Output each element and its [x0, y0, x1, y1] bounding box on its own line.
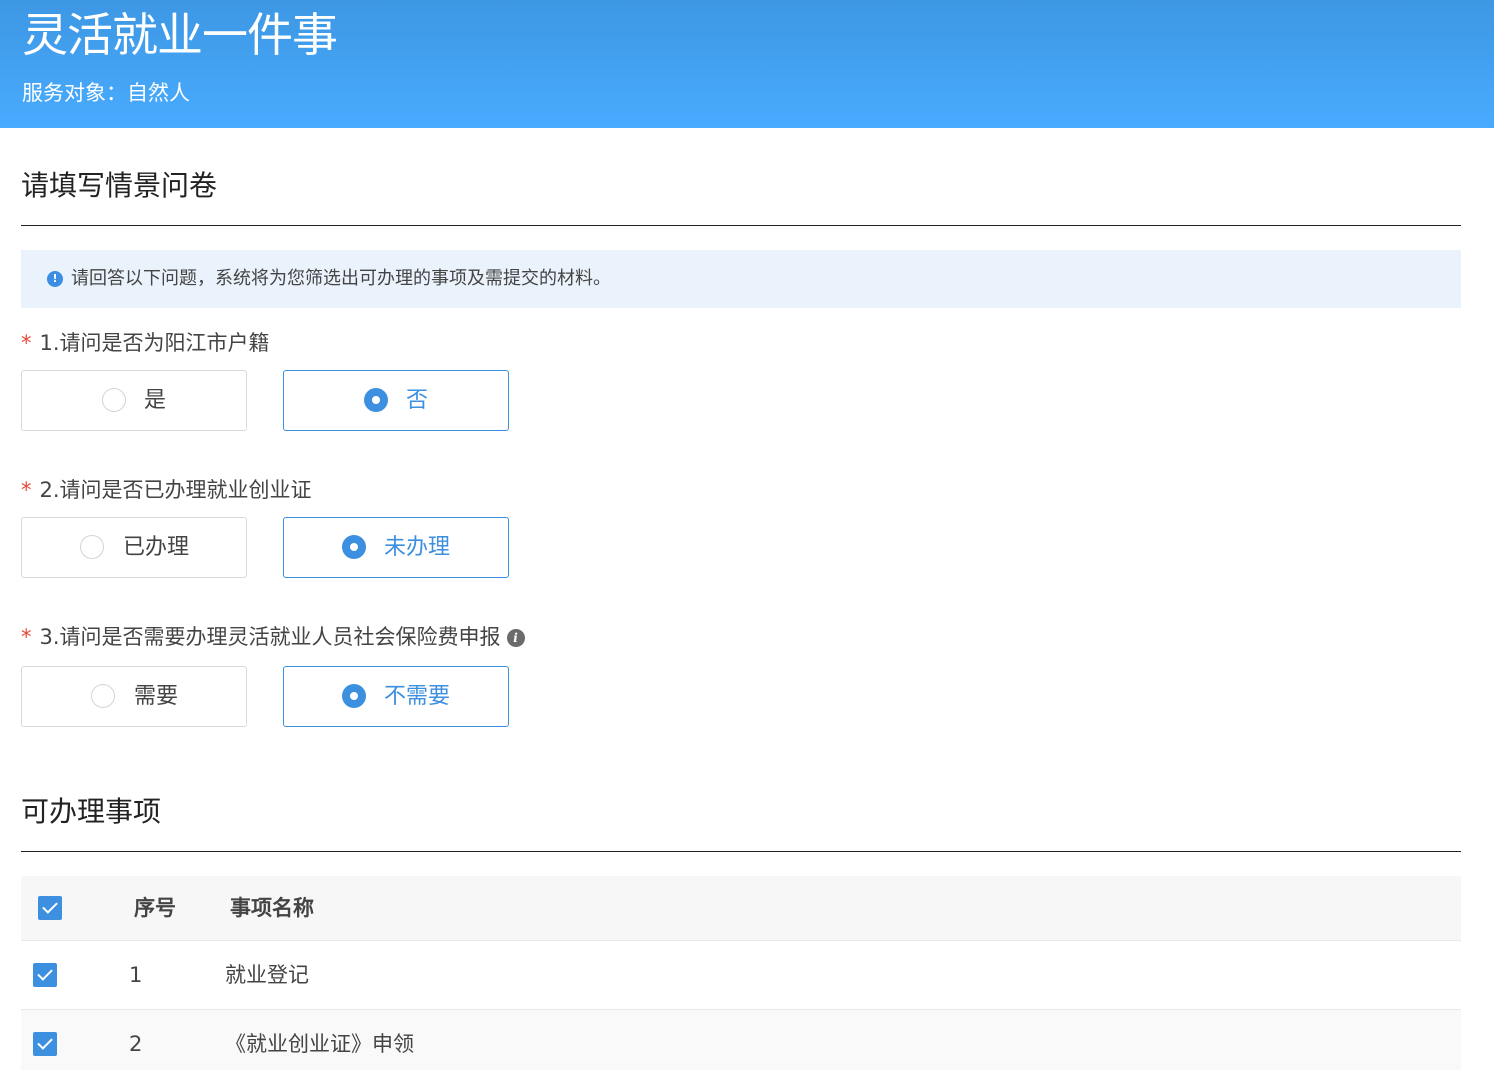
radio-unchecked-icon[interactable] [102, 388, 126, 412]
exclamation-icon: ! [47, 271, 63, 287]
radio-checked-icon[interactable] [342, 684, 366, 708]
option-label: 已办理 [123, 535, 190, 560]
table-row[interactable]: 1 就业登记 [21, 941, 1461, 1010]
page-title: 灵活就业一件事 [22, 8, 338, 62]
option-label: 不需要 [384, 684, 451, 709]
column-header-index: 序号 [134, 896, 176, 920]
question-text: 1.请问是否为阳江市户籍 [39, 331, 270, 355]
radio-unchecked-icon[interactable] [91, 684, 115, 708]
q3-option-need[interactable]: 需要 [21, 666, 247, 727]
option-label: 否 [406, 388, 429, 413]
option-label: 需要 [134, 684, 179, 709]
required-star: * [21, 478, 32, 502]
row-index: 2 [129, 1032, 143, 1056]
questionnaire-title: 请填写情景问卷 [21, 169, 218, 202]
section-divider [21, 851, 1461, 852]
question-2-label: * 2.请问是否已办理就业创业证 [21, 475, 312, 505]
column-header-name: 事项名称 [230, 896, 314, 920]
q1-option-yes[interactable]: 是 [21, 370, 247, 431]
required-star: * [21, 625, 32, 649]
select-all-checkbox[interactable] [38, 896, 62, 920]
radio-unchecked-icon[interactable] [80, 535, 104, 559]
row-item-name: 《就业创业证》申领 [225, 1032, 414, 1056]
row-item-name: 就业登记 [225, 963, 309, 987]
info-icon[interactable]: i [506, 629, 525, 647]
row-checkbox[interactable] [33, 963, 57, 987]
row-index: 1 [129, 963, 143, 987]
q3-option-no-need[interactable]: 不需要 [283, 666, 509, 727]
question-text: 3.请问是否需要办理灵活就业人员社会保险费申报 [39, 625, 501, 649]
question-text: 2.请问是否已办理就业创业证 [39, 478, 312, 502]
question-3-label: * 3.请问是否需要办理灵活就业人员社会保险费申报 i [21, 622, 525, 652]
option-label: 是 [144, 388, 167, 413]
notice-text: 请回答以下问题，系统将为您筛选出可办理的事项及需提交的材料。 [71, 268, 611, 289]
notice-banner: ! 请回答以下问题，系统将为您筛选出可办理的事项及需提交的材料。 [21, 250, 1461, 308]
radio-checked-icon[interactable] [364, 388, 388, 412]
required-star: * [21, 331, 32, 355]
table-row[interactable]: 2 《就业创业证》申领 [21, 1010, 1461, 1070]
option-label: 未办理 [384, 535, 451, 560]
page-header: 灵活就业一件事 服务对象：自然人 [0, 0, 1494, 128]
table-header: 序号 事项名称 [21, 876, 1461, 941]
question-1-label: * 1.请问是否为阳江市户籍 [21, 328, 270, 358]
section-divider [21, 225, 1461, 226]
items-table: 序号 事项名称 1 就业登记 2 《就业创业证》申领 [21, 876, 1461, 1070]
q2-option-not-done[interactable]: 未办理 [283, 517, 509, 578]
service-target: 服务对象：自然人 [22, 81, 190, 105]
items-section-title: 可办理事项 [21, 795, 162, 828]
q1-option-no[interactable]: 否 [283, 370, 509, 431]
radio-checked-icon[interactable] [342, 535, 366, 559]
row-checkbox[interactable] [33, 1032, 57, 1056]
q2-option-done[interactable]: 已办理 [21, 517, 247, 578]
